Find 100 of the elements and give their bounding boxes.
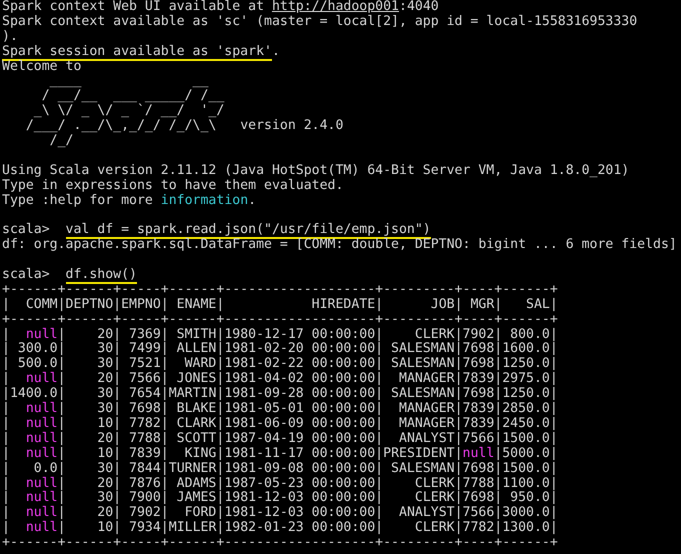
column-separator: | <box>216 505 224 520</box>
column-separator: | <box>2 520 10 536</box>
column-separator: | <box>375 490 384 506</box>
column-separator: | <box>216 476 224 490</box>
column-separator: | <box>2 430 10 446</box>
column-separator: | <box>2 296 10 312</box>
table-cell-text: 20 <box>96 372 114 387</box>
ascii-art-logo-line: _\ \/ _ \/ _ `/ __/ '_/ <box>32 103 224 118</box>
table-cell-text: 1981-04-02 00:00:00 <box>224 372 376 387</box>
column-separator: | <box>160 490 169 506</box>
column-separator: | <box>113 326 122 342</box>
table-cell-text: 1981-02-22 00:00:00 <box>224 357 376 372</box>
output-text: . <box>248 192 256 208</box>
column-separator: | <box>2 505 10 520</box>
column-separator: | <box>375 446 384 461</box>
output-text: Using Scala version 2.11.12 (Java HotSpot(TM) 64-Bit Server VM, Java 1.8.0_201) <box>2 162 630 178</box>
table-cell-text: SALESMAN <box>390 342 455 357</box>
column-separator: | <box>58 326 66 342</box>
table-cell-text: 1600.0 <box>502 342 550 357</box>
column-separator: | <box>216 430 224 446</box>
column-separator: | <box>375 386 384 402</box>
column-separator: | <box>454 430 463 446</box>
table-cell-text: 20 <box>96 432 114 447</box>
column-separator: | <box>375 401 384 416</box>
column-separator: | <box>58 430 66 446</box>
table-cell-text: 7788 <box>128 432 161 447</box>
column-separator: | <box>216 326 224 342</box>
table-cell-text: 1981-12-03 00:00:00 <box>224 491 376 506</box>
column-separator: | <box>494 490 502 506</box>
table-cell-text: 1980-12-17 00:00:00 <box>224 328 376 342</box>
column-separator: | <box>550 430 558 446</box>
url-link[interactable]: http://hadoop001 <box>272 0 399 14</box>
prompt-text: scala> <box>2 267 50 282</box>
table-cell-text: 2975.0 <box>502 372 550 387</box>
column-separator: | <box>58 446 66 461</box>
table-cell-text: MANAGER <box>398 372 455 387</box>
column-separator: | <box>113 296 122 312</box>
table-cell-text: SALESMAN <box>390 387 455 402</box>
column-separator: | <box>160 326 169 342</box>
column-header: SAL <box>525 298 550 313</box>
column-separator: | <box>113 460 122 476</box>
table-cell-text: 1981-09-28 00:00:00 <box>224 387 376 402</box>
output-text: Type in expressions to have them evaluated. <box>2 178 344 193</box>
table-cell-text: 1250.0 <box>502 387 550 402</box>
column-separator: | <box>550 505 558 520</box>
table-cell-text: 500.0 <box>16 357 58 372</box>
table-cell-text: 7566 <box>462 432 494 446</box>
table-cell: 1981-11-17 00:00:00 <box>224 446 376 462</box>
table-cell-text: null <box>24 491 58 506</box>
column-separator: | <box>375 416 384 431</box>
column-separator: | <box>375 505 384 520</box>
column-separator: | <box>113 416 122 431</box>
column-header: MGR <box>469 298 494 313</box>
column-separator: | <box>494 505 502 520</box>
output-text: Welcome to <box>2 58 82 74</box>
column-separator: | <box>550 460 558 476</box>
table-cell-text: 7934 <box>128 521 161 536</box>
table-cell: TURNER <box>168 462 216 477</box>
table-cell: 1500.0 <box>502 462 550 477</box>
table-cell: 7839 <box>462 416 494 432</box>
column-separator: | <box>2 371 10 386</box>
column-separator: | <box>494 460 502 476</box>
column-separator: | <box>454 401 463 416</box>
table-cell: 1982-01-23 00:00:00 <box>224 521 376 536</box>
column-separator: | <box>160 386 169 402</box>
output-text: ). <box>2 28 18 44</box>
table-cell-text: 1987-05-23 00:00:00 <box>224 476 376 491</box>
column-separator: | <box>113 505 122 520</box>
column-separator: | <box>160 371 169 386</box>
column-separator: | <box>216 371 224 386</box>
column-separator: | <box>454 341 463 356</box>
column-separator: | <box>2 341 10 356</box>
table-cell-text: 7902 <box>128 506 161 521</box>
table-cell-text: 1400.0 <box>10 387 58 402</box>
column-separator: | <box>216 460 224 476</box>
table-cell-text: CLERK <box>414 328 455 342</box>
column-separator: | <box>454 460 463 476</box>
table-cell-text: BLAKE <box>176 402 216 417</box>
table-cell-text: 7839 <box>462 372 494 387</box>
table-cell-text: FORD <box>184 506 216 521</box>
column-separator: | <box>216 296 224 312</box>
table-cell-text: 20 <box>96 328 114 342</box>
column-separator: | <box>454 505 463 520</box>
column-separator: | <box>113 371 122 386</box>
table-cell: 1500.0 <box>502 432 550 447</box>
prompt-text: scala> <box>2 222 50 238</box>
table-cell: 1300.0 <box>502 521 550 536</box>
column-separator: | <box>494 401 502 416</box>
column-separator: | <box>550 326 558 342</box>
column-separator: | <box>454 416 463 431</box>
column-separator: | <box>454 386 463 402</box>
column-separator: | <box>58 371 66 386</box>
table-cell: 7839 <box>462 402 494 417</box>
table-cell: 1981-06-09 00:00:00 <box>224 416 376 432</box>
table-cell-text: 7902 <box>462 328 494 342</box>
table-cell-text: MANAGER <box>398 416 455 432</box>
table-cell-text: 7698 <box>128 402 161 417</box>
table-cell-text: null <box>24 476 58 490</box>
column-separator: | <box>160 296 169 312</box>
column-separator: | <box>2 460 10 476</box>
